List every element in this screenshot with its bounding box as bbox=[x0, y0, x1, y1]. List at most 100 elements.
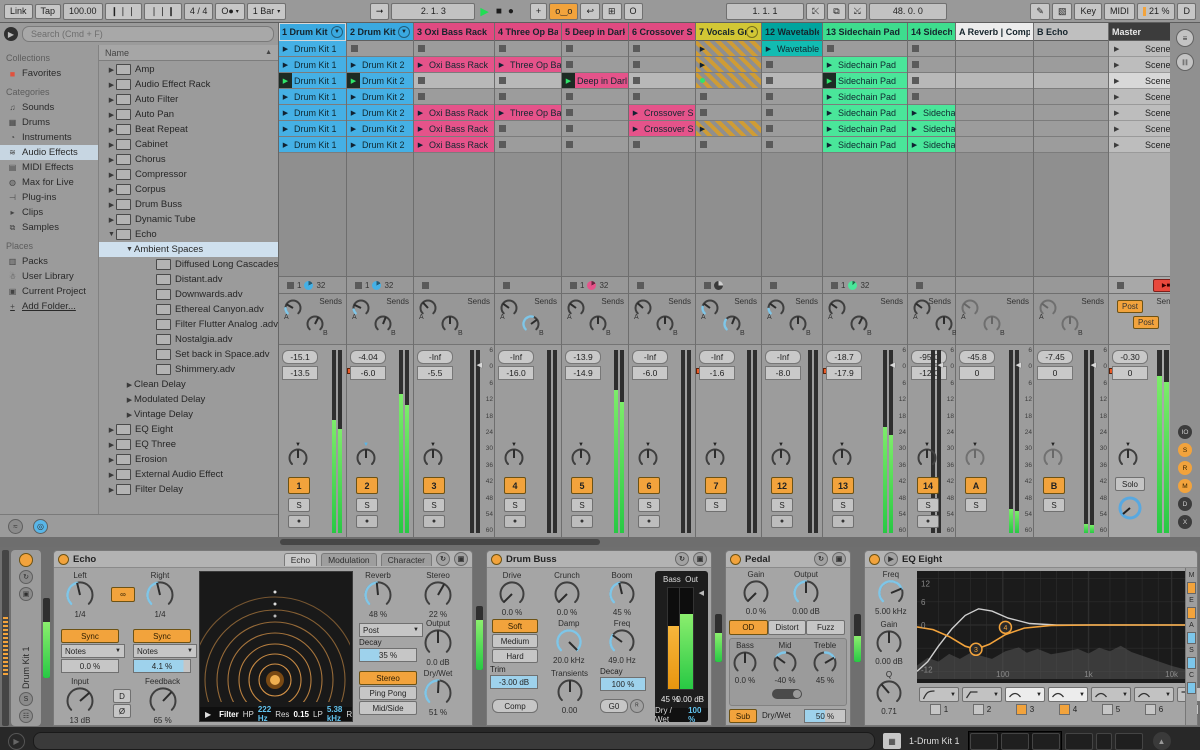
draw-pencil-button[interactable]: ✎ bbox=[1030, 3, 1050, 20]
browser-item-chorus[interactable]: ▶Chorus bbox=[99, 152, 278, 167]
track-activator-button[interactable]: 4 bbox=[504, 477, 526, 494]
browser-tree-header[interactable]: Name▲ bbox=[99, 45, 278, 61]
clip-stop-slot[interactable] bbox=[562, 41, 628, 57]
scene-7[interactable]: ▶Scene 7 bbox=[1109, 137, 1170, 153]
clip-stop-icon[interactable] bbox=[499, 141, 506, 148]
sidebar-item-plug-ins[interactable]: ⊣Plug-ins bbox=[6, 190, 98, 205]
record-button[interactable]: ● bbox=[506, 6, 516, 17]
band-5-filter-type-menu[interactable]: ▼ bbox=[1091, 687, 1131, 702]
clip-stop-icon[interactable] bbox=[633, 45, 640, 52]
pan-knob[interactable]: ▼ bbox=[704, 447, 726, 472]
group-icon[interactable]: ● bbox=[746, 26, 758, 38]
fader-grab-icon[interactable]: ◀ bbox=[890, 361, 895, 369]
empty-slot[interactable] bbox=[1034, 57, 1108, 73]
clip-launch-button[interactable]: ▶ bbox=[908, 137, 921, 152]
band-4-activator[interactable] bbox=[1059, 704, 1070, 715]
clip-launch-button[interactable] bbox=[696, 73, 709, 88]
hot-swap-icon[interactable]: ↻ bbox=[675, 552, 689, 566]
level-meter[interactable] bbox=[614, 350, 624, 533]
solo-button[interactable]: S bbox=[965, 498, 987, 512]
solo-button[interactable]: S bbox=[1043, 498, 1065, 512]
clip-slot[interactable]: ▶Drum Kit 1 bbox=[279, 73, 346, 89]
level-meter[interactable] bbox=[1009, 350, 1019, 533]
track-activator-button[interactable]: 12 bbox=[771, 477, 793, 494]
scene-1[interactable]: ▶Scene 1 bbox=[1109, 41, 1170, 57]
clip-slot[interactable]: ▶Deep in Darl bbox=[562, 73, 628, 89]
sidebar-item-add-folder-[interactable]: +Add Folder... bbox=[6, 299, 98, 314]
solo-button[interactable]: S bbox=[917, 498, 939, 512]
track-header[interactable]: 6 Crossover Sy bbox=[629, 23, 695, 41]
pedal-mid-knob[interactable]: Mid-40 % bbox=[772, 641, 798, 685]
clip-slot[interactable]: ▶Sidechain Pad bbox=[823, 105, 907, 121]
clip-launch-button[interactable]: ▶ bbox=[279, 121, 292, 136]
sidebar-item-samples[interactable]: ⧉Samples bbox=[6, 220, 98, 235]
scene-3[interactable]: ▶Scene 3 bbox=[1109, 73, 1170, 89]
clip-stop-slot[interactable] bbox=[495, 89, 561, 105]
browser-item-ethereal-canyon-adv[interactable]: Ethereal Canyon.adv bbox=[99, 302, 278, 317]
track-activator-button[interactable]: A bbox=[965, 477, 987, 494]
clip-stop-slot[interactable] bbox=[414, 89, 494, 105]
volume-value[interactable]: 0 bbox=[1112, 366, 1148, 380]
level-meter[interactable] bbox=[1084, 350, 1094, 533]
band-2-filter-type-menu[interactable]: ▼ bbox=[962, 687, 1002, 702]
clip-slot[interactable]: ▶Crossover S bbox=[629, 105, 695, 121]
clip-stop-row[interactable] bbox=[696, 276, 761, 294]
clip-launch-button[interactable]: ▶ bbox=[495, 57, 508, 72]
clip-slot[interactable]: ▶Oxi Bass Rack bbox=[414, 105, 494, 121]
browser-item-amp[interactable]: ▶Amp bbox=[99, 62, 278, 77]
tap-tempo-button[interactable]: Tap bbox=[35, 4, 62, 19]
device-title[interactable]: Pedal bbox=[745, 554, 770, 565]
sidebar-item-sounds[interactable]: ♫Sounds bbox=[6, 100, 98, 115]
clip-launch-button[interactable]: ▶ bbox=[562, 73, 575, 88]
clip-launch-button[interactable]: ▶ bbox=[279, 89, 292, 104]
pedal-gain-knob[interactable]: Gain0.0 % bbox=[742, 570, 770, 616]
sidebar-item-audio-effects[interactable]: ≋Audio Effects bbox=[0, 145, 98, 160]
band-3-activator[interactable] bbox=[1016, 704, 1027, 715]
clip-stop-icon[interactable] bbox=[633, 77, 640, 84]
show-hide-s-toggle[interactable]: S bbox=[1178, 443, 1192, 457]
drumbuss-drywet[interactable]: Dry / Wet100 % bbox=[655, 708, 708, 722]
volume-value[interactable]: 0 bbox=[959, 366, 995, 380]
stop-all-track-clips-icon[interactable] bbox=[355, 282, 362, 289]
clip-stop-icon[interactable] bbox=[700, 109, 707, 116]
track-header[interactable]: 13 Sidechain Pad bbox=[823, 23, 907, 41]
clip-stop-row[interactable] bbox=[495, 276, 561, 294]
clip-stop-slot[interactable] bbox=[562, 105, 628, 121]
device-chain-overview[interactable] bbox=[968, 731, 1143, 750]
punch-in-button[interactable]: ⤪ bbox=[806, 3, 825, 20]
clip-stop-icon[interactable] bbox=[566, 61, 573, 68]
pedal-drywet-value[interactable]: 50 % bbox=[804, 709, 846, 723]
solo-button[interactable]: S bbox=[771, 498, 793, 512]
pedal-sub-button[interactable]: Sub bbox=[729, 709, 757, 723]
clip-stop-icon[interactable] bbox=[566, 141, 573, 148]
clip-stop-icon[interactable] bbox=[499, 125, 506, 132]
empty-slot[interactable] bbox=[1034, 121, 1108, 137]
clip-stop-slot[interactable] bbox=[762, 137, 822, 153]
level-meter[interactable] bbox=[747, 350, 757, 533]
clip-launch-button[interactable]: ▶ bbox=[414, 57, 427, 72]
track-header[interactable]: 7 Vocals Gr● bbox=[696, 23, 761, 41]
clip-stop-slot[interactable] bbox=[696, 105, 761, 121]
echo-reverb-knob[interactable]: Reverb48 % bbox=[363, 571, 393, 619]
device-activator[interactable] bbox=[491, 554, 502, 565]
solo-button[interactable]: S bbox=[832, 498, 854, 512]
clip-slot[interactable]: ▶Three Op Ba bbox=[495, 105, 561, 121]
arm-button[interactable]: ● bbox=[832, 515, 854, 528]
empty-slot[interactable] bbox=[1034, 89, 1108, 105]
browser-item-external-audio-effect[interactable]: ▶External Audio Effect bbox=[99, 467, 278, 482]
pedal-distort-button[interactable]: Distort bbox=[768, 620, 807, 635]
echo-tab-character[interactable]: Character bbox=[381, 553, 432, 566]
clip-stop-slot[interactable] bbox=[629, 73, 695, 89]
browser-item-beat-repeat[interactable]: ▶Beat Repeat bbox=[99, 122, 278, 137]
scene-2[interactable]: ▶Scene 2 bbox=[1109, 57, 1170, 73]
clip-slot[interactable]: ▶Sidechai bbox=[908, 121, 955, 137]
browser-item-distant-adv[interactable]: Distant.adv bbox=[99, 272, 278, 287]
track-header[interactable]: A Reverb | Compre bbox=[956, 23, 1033, 41]
device-activator[interactable] bbox=[869, 554, 880, 565]
clip-slot[interactable]: ▶Drum Kit 1 bbox=[279, 121, 346, 137]
browser-item-set-back-in-space-adv[interactable]: Set back in Space.adv bbox=[99, 347, 278, 362]
browser-item-clean-delay[interactable]: ▶Clean Delay bbox=[99, 377, 278, 392]
clip-slot[interactable]: ▶Sidechain Pad bbox=[823, 121, 907, 137]
pan-knob[interactable]: ▼ bbox=[1117, 447, 1139, 472]
clip-launch-button[interactable]: ▶ bbox=[279, 137, 292, 152]
